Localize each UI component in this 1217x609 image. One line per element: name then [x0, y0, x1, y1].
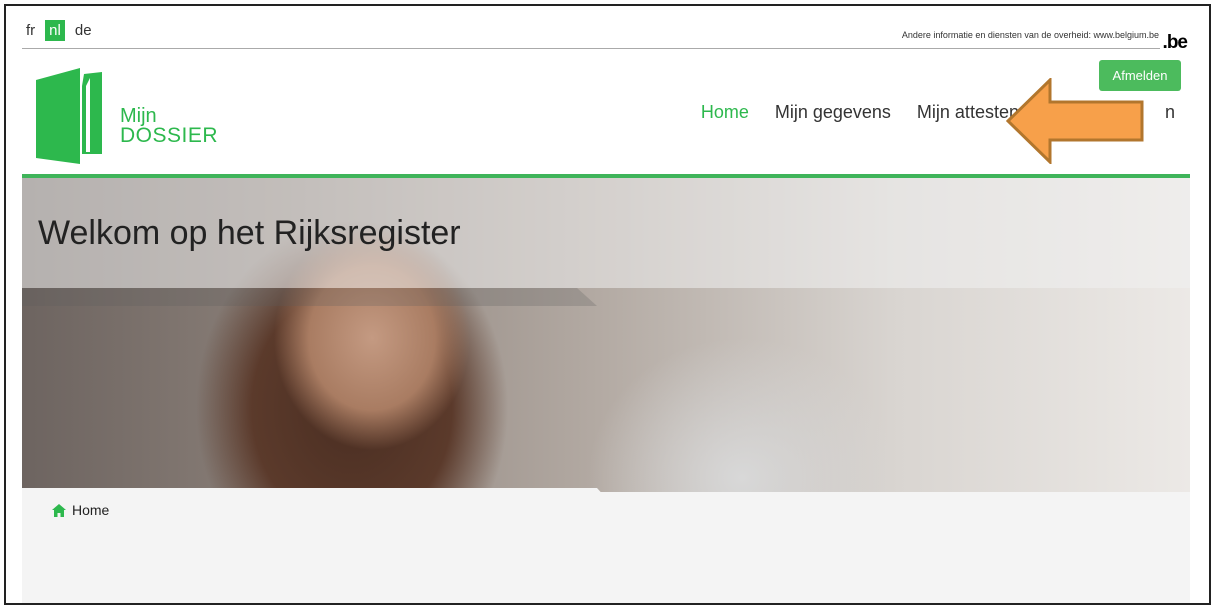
annotation-arrow-icon [1006, 78, 1144, 164]
language-switcher: fr nl de [22, 20, 96, 41]
logo-text: Mijn DOSSIER [120, 106, 218, 146]
breadcrumb-bar: Home [22, 492, 1190, 603]
browser-frame: fr nl de Andere informatie en diensten v… [4, 4, 1211, 605]
nav-mijn-attesten[interactable]: Mijn attesten [917, 102, 1019, 123]
home-icon[interactable] [52, 503, 66, 517]
breadcrumb: Home [52, 502, 109, 518]
federal-info-link[interactable]: Andere informatie en diensten van de ove… [902, 30, 1159, 40]
belgium-be-logo[interactable]: .be [1162, 32, 1188, 54]
top-divider [22, 48, 1160, 49]
mijn-dossier-logo[interactable]: Mijn DOSSIER [34, 68, 224, 168]
lang-fr[interactable]: fr [22, 20, 39, 41]
nav-item-hidden[interactable]: n [1165, 102, 1175, 123]
door-logo-icon [36, 68, 102, 164]
nav-home[interactable]: Home [701, 102, 749, 123]
breadcrumb-home[interactable]: Home [72, 502, 109, 518]
be-logo-text: .be [1162, 32, 1188, 53]
logo-line-dossier: DOSSIER [120, 124, 219, 147]
hero-band-shape [22, 288, 597, 306]
hero-title: Welkom op het Rijksregister [38, 214, 461, 252]
hero-banner: Welkom op het Rijksregister [22, 178, 1190, 510]
logo-line-mijn: Mijn [120, 105, 157, 127]
lang-nl[interactable]: nl [45, 20, 65, 41]
lang-de[interactable]: de [71, 20, 96, 41]
nav-mijn-gegevens[interactable]: Mijn gegevens [775, 102, 891, 123]
